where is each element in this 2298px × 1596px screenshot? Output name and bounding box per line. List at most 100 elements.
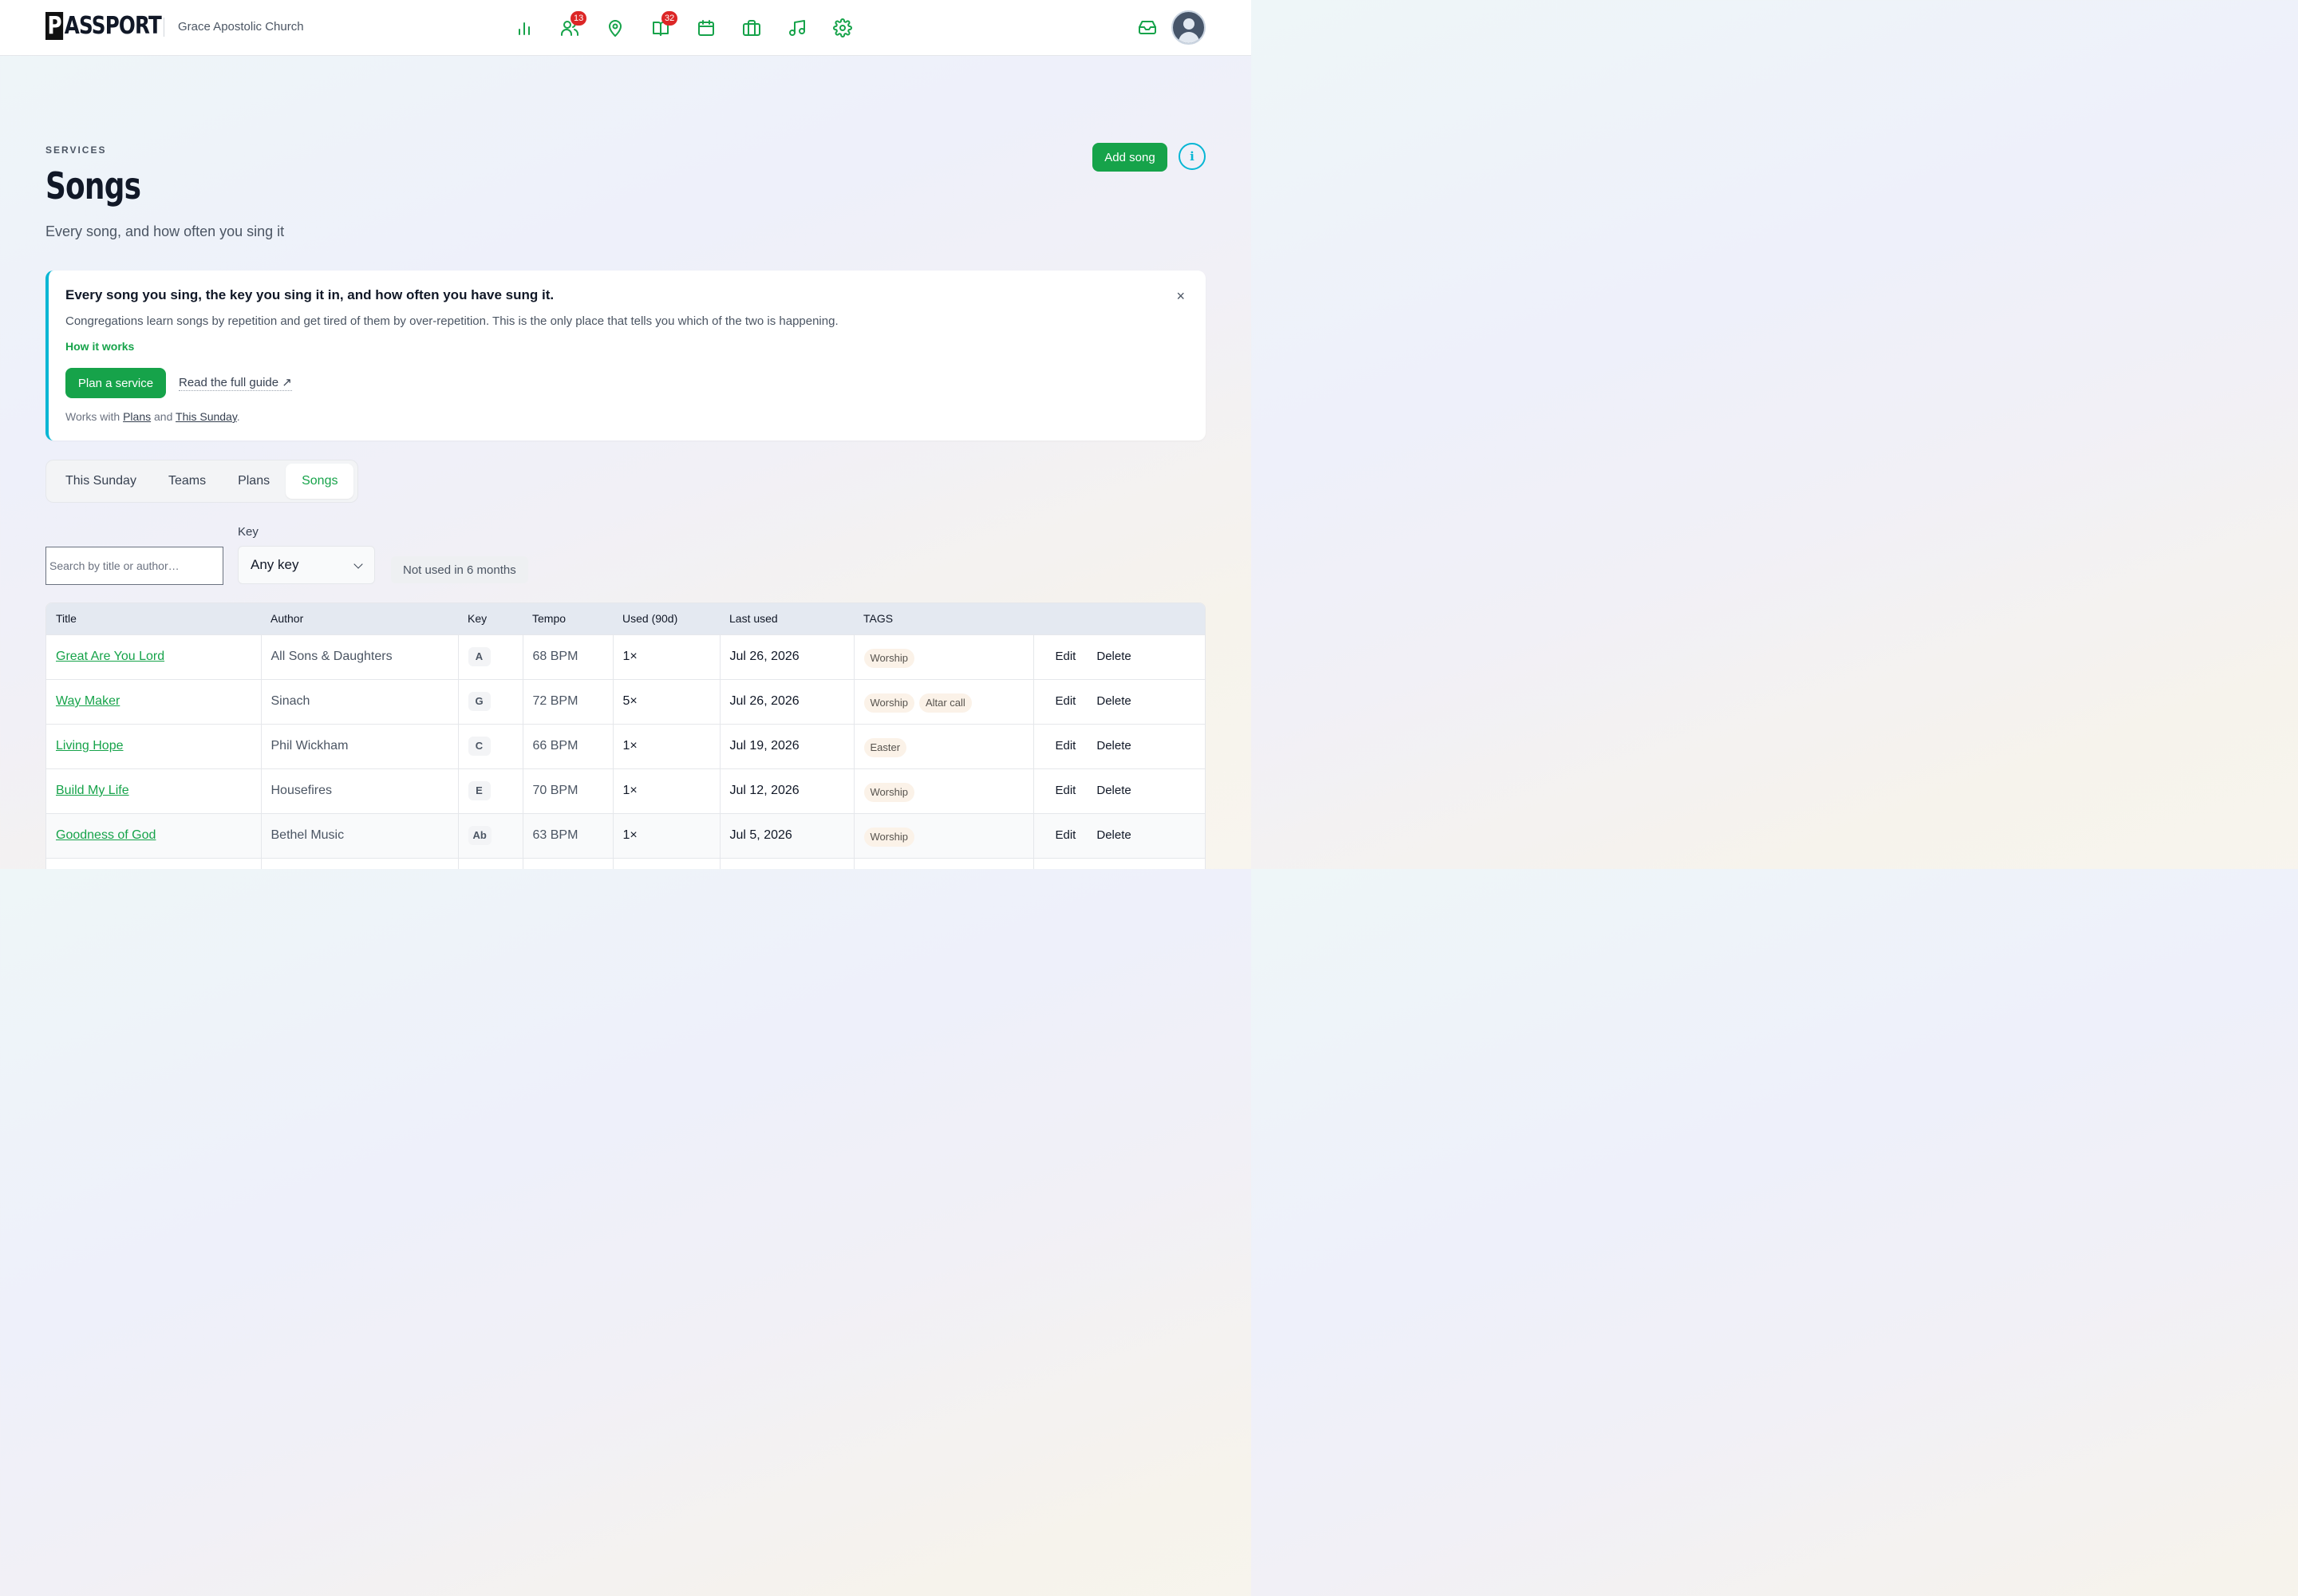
column-header-key[interactable]: Key — [458, 603, 523, 634]
delete-button[interactable]: Delete — [1096, 828, 1131, 842]
song-last-used: Jul 12, 2026 — [720, 768, 855, 813]
calendar-icon[interactable] — [693, 11, 720, 45]
song-author: Sinach — [261, 679, 459, 724]
passport-logo[interactable]: P ASSPORT — [45, 11, 162, 40]
table-row: Great Are You Lord All Sons & Daughters … — [46, 634, 1205, 679]
music-icon[interactable] — [784, 11, 811, 45]
song-used-count: 1× — [613, 813, 721, 858]
works-with-text: Works with Plans and This Sunday. — [65, 410, 240, 423]
tab-teams[interactable]: Teams — [152, 464, 222, 499]
info-card: Every song you sing, the key you sing it… — [45, 271, 1206, 440]
key-chip: Ab — [468, 826, 492, 845]
settings-icon[interactable] — [829, 11, 856, 45]
column-header-last-used[interactable]: Last used — [720, 603, 854, 634]
logo-text: ASSPORT — [64, 11, 162, 40]
close-icon[interactable]: × — [1176, 288, 1185, 305]
song-tempo: 66 BPM — [523, 724, 614, 768]
table-row: Living Hope Phil Wickham C 66 BPM 1× Jul… — [46, 724, 1205, 768]
song-tempo: 63 BPM — [523, 813, 614, 858]
avatar[interactable] — [1171, 10, 1206, 45]
key-select[interactable]: Any key — [238, 546, 375, 584]
song-used-count: 5× — [613, 679, 721, 724]
column-header-tempo[interactable]: Tempo — [523, 603, 613, 634]
tab-songs[interactable]: Songs — [286, 464, 354, 499]
song-title-link[interactable]: Great Are You Lord — [56, 650, 164, 663]
tag-badge: Altar call — [918, 693, 972, 713]
song-title-link[interactable]: Living Hope — [56, 739, 124, 753]
song-title-link[interactable]: Goodness of God — [56, 828, 156, 842]
song-last-used: Jul 19, 2026 — [720, 724, 855, 768]
table-row — [46, 858, 1205, 869]
tag-badge: Easter — [863, 738, 907, 757]
page-title: Songs — [45, 164, 141, 207]
avatar-head — [1183, 18, 1194, 30]
this-sunday-link[interactable]: This Sunday — [176, 410, 237, 423]
logo-p: P — [45, 11, 64, 40]
song-used-count: 1× — [613, 768, 721, 813]
song-author: Housefires — [261, 768, 459, 813]
works-with-prefix: Works with — [65, 410, 120, 423]
edit-button[interactable]: Edit — [1056, 650, 1076, 663]
column-header-used[interactable]: Used (90d) — [613, 603, 720, 634]
song-last-used: Jul 26, 2026 — [720, 634, 855, 679]
song-title-link[interactable]: Build My Life — [56, 784, 129, 797]
song-used-count: 1× — [613, 634, 721, 679]
edit-button[interactable]: Edit — [1056, 784, 1076, 797]
song-last-used: Jul 26, 2026 — [720, 679, 855, 724]
column-header-tags: TAGS — [863, 612, 894, 626]
read-guide-link[interactable]: Read the full guide ↗ — [179, 375, 292, 391]
tab-this-sunday[interactable]: This Sunday — [49, 464, 152, 499]
org-name: Grace Apostolic Church — [178, 20, 304, 34]
inbox-icon[interactable] — [1138, 18, 1159, 38]
people-icon[interactable]: 13 — [556, 11, 587, 45]
section-eyebrow: SERVICES — [45, 144, 107, 156]
key-filter-label: Key — [238, 525, 259, 539]
song-last-used: Jul 5, 2026 — [720, 813, 855, 858]
add-song-button[interactable]: Add song — [1092, 143, 1167, 172]
info-icon[interactable]: i — [1179, 143, 1206, 170]
info-card-title: Every song you sing, the key you sing it… — [65, 287, 555, 302]
how-it-works-heading: How it works — [65, 340, 135, 353]
search-input[interactable] — [45, 547, 223, 585]
table-header-row: Title Author Key Tempo Used (90d) Last u… — [46, 603, 1205, 634]
songs-table: Title Author Key Tempo Used (90d) Last u… — [45, 602, 1206, 869]
delete-button[interactable]: Delete — [1096, 784, 1131, 797]
tab-plans[interactable]: Plans — [222, 464, 286, 499]
delete-button[interactable]: Delete — [1096, 739, 1131, 753]
song-author: Bethel Music — [261, 813, 459, 858]
edit-button[interactable]: Edit — [1056, 828, 1076, 842]
delete-button[interactable]: Delete — [1096, 694, 1131, 708]
edit-button[interactable]: Edit — [1056, 694, 1076, 708]
song-author: Phil Wickham — [261, 724, 459, 768]
key-select-value: Any key — [251, 557, 299, 572]
tag-badge: Worship — [863, 649, 914, 668]
not-used-filter-button[interactable]: Not used in 6 months — [391, 556, 528, 583]
column-header-author[interactable]: Author — [261, 603, 458, 634]
chevron-down-icon — [353, 559, 363, 569]
plans-link[interactable]: Plans — [123, 410, 151, 423]
plan-service-button[interactable]: Plan a service — [65, 368, 166, 398]
reports-icon[interactable] — [511, 11, 538, 45]
top-bar: P ASSPORT Grace Apostolic Church 13 32 — [0, 0, 1251, 56]
info-card-description: Congregations learn songs by repetition … — [65, 314, 839, 328]
song-used-count: 1× — [613, 724, 721, 768]
song-tempo: 70 BPM — [523, 768, 614, 813]
key-chip: C — [468, 737, 491, 756]
column-header-title[interactable]: Title — [46, 603, 261, 634]
song-title-link[interactable]: Way Maker — [56, 694, 120, 708]
tag-badge: Worship — [863, 783, 914, 802]
song-tempo: 68 BPM — [523, 634, 614, 679]
table-row: Way Maker Sinach G 72 BPM 5× Jul 26, 202… — [46, 679, 1205, 724]
groups-icon[interactable]: 32 — [647, 11, 678, 45]
services-icon[interactable] — [738, 11, 765, 45]
groups-badge: 32 — [661, 11, 678, 26]
tag-badge: Worship — [863, 693, 914, 713]
key-chip: G — [468, 692, 491, 711]
delete-button[interactable]: Delete — [1096, 650, 1131, 663]
song-author: All Sons & Daughters — [261, 634, 459, 679]
edit-button[interactable]: Edit — [1056, 739, 1076, 753]
key-chip: E — [468, 781, 491, 800]
location-icon[interactable] — [602, 11, 629, 45]
main-nav: 13 32 — [511, 11, 856, 45]
table-row: Goodness of God Bethel Music Ab 63 BPM 1… — [46, 813, 1205, 858]
